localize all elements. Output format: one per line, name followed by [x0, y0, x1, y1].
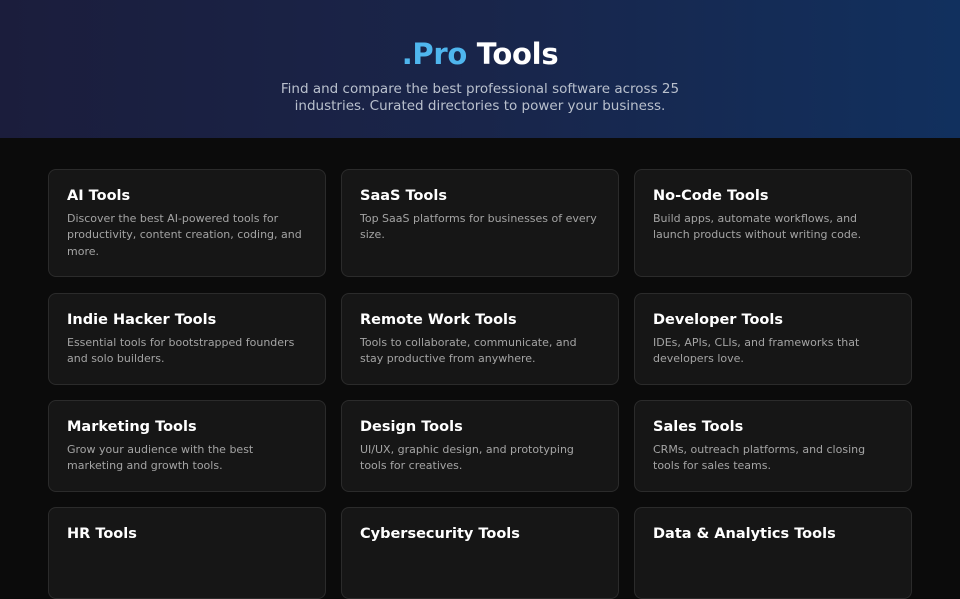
category-description: Essential tools for bootstrapped founder… [67, 336, 295, 366]
category-title: Indie Hacker Tools [67, 312, 217, 328]
category-title: Remote Work Tools [360, 312, 517, 328]
category-title: SaaS Tools [360, 188, 447, 204]
category-title: Developer Tools [653, 312, 783, 328]
category-card-ai-tools[interactable]: AI Tools Discover the best AI-powered to… [48, 169, 326, 277]
category-grid: AI Tools Discover the best AI-powered to… [48, 169, 912, 599]
category-description: Top SaaS platforms for businesses of eve… [360, 212, 597, 242]
category-card-remote-work-tools[interactable]: Remote Work Tools Tools to collaborate, … [341, 293, 619, 385]
category-title: Sales Tools [653, 419, 744, 435]
category-description: Tools to collaborate, communicate, and s… [360, 336, 577, 366]
category-description: IDEs, APIs, CLIs, and frameworks that de… [653, 336, 860, 366]
category-description: Build apps, automate workflows, and laun… [653, 212, 862, 242]
page-title-text: Tools [476, 37, 559, 71]
category-description: CRMs, outreach platforms, and closing to… [653, 443, 866, 473]
category-description: Grow your audience with the best marketi… [67, 443, 254, 473]
category-card-sales-tools[interactable]: Sales Tools CRMs, outreach platforms, an… [634, 400, 912, 492]
category-card-saas-tools[interactable]: SaaS Tools Top SaaS platforms for busine… [341, 169, 619, 277]
category-description: UI/UX, graphic design, and prototyping t… [360, 443, 574, 473]
category-card-design-tools[interactable]: Design Tools UI/UX, graphic design, and … [341, 400, 619, 492]
hero-header: .Pro Tools Find and compare the best pro… [0, 0, 960, 138]
category-card-cybersecurity-tools[interactable]: Cybersecurity Tools [341, 507, 619, 599]
category-card-developer-tools[interactable]: Developer Tools IDEs, APIs, CLIs, and fr… [634, 293, 912, 385]
page-title: .Pro Tools [0, 0, 960, 72]
category-title: HR Tools [67, 526, 137, 542]
category-card-data-analytics-tools[interactable]: Data & Analytics Tools [634, 507, 912, 599]
page-subtitle: Find and compare the best professional s… [280, 81, 680, 114]
category-card-no-code-tools[interactable]: No-Code Tools Build apps, automate workf… [634, 169, 912, 277]
category-card-hr-tools[interactable]: HR Tools [48, 507, 326, 599]
category-description: Discover the best AI-powered tools for p… [67, 212, 302, 258]
category-title: Marketing Tools [67, 419, 197, 435]
brand-name: .Pro [401, 37, 468, 71]
category-title: Design Tools [360, 419, 463, 435]
category-title: Cybersecurity Tools [360, 526, 520, 542]
category-card-marketing-tools[interactable]: Marketing Tools Grow your audience with … [48, 400, 326, 492]
category-title: Data & Analytics Tools [653, 526, 836, 542]
category-title: No-Code Tools [653, 188, 769, 204]
category-title: AI Tools [67, 188, 131, 204]
category-card-indie-hacker-tools[interactable]: Indie Hacker Tools Essential tools for b… [48, 293, 326, 385]
